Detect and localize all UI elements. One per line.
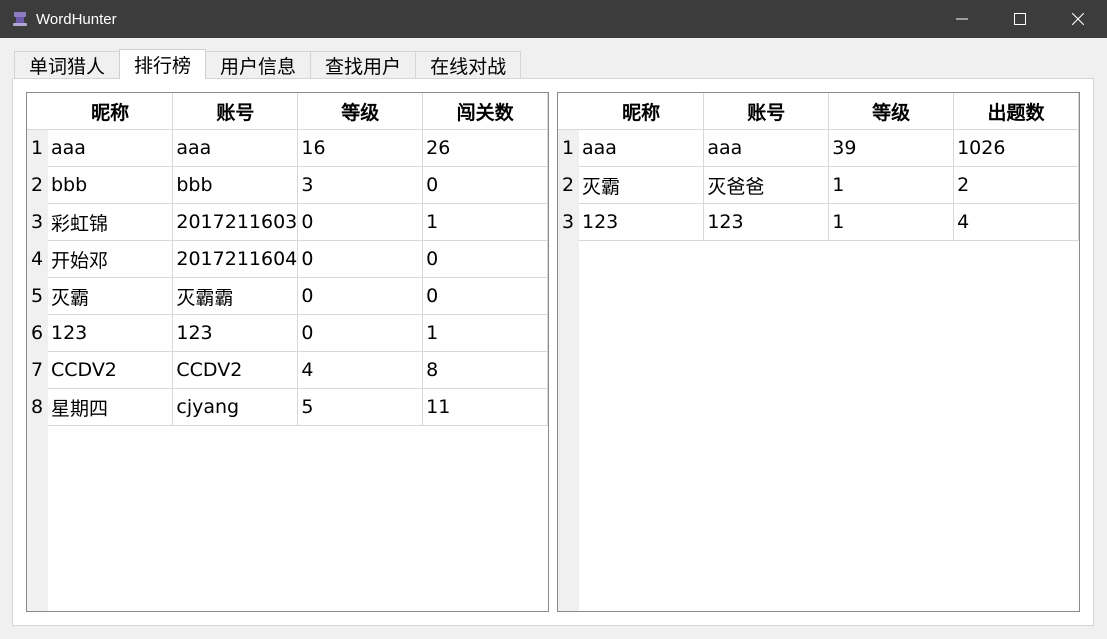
table-row[interactable]: 2 灭霸 灭爸爸 1 2 xyxy=(558,166,1079,204)
cell-level[interactable]: 1 xyxy=(828,166,955,204)
cell-questions[interactable]: 2 xyxy=(953,166,1079,204)
tab-bar: 单词猎人 排行榜 用户信息 查找用户 在线对战 xyxy=(14,49,522,79)
table-row[interactable]: 1 aaa aaa 16 26 xyxy=(27,129,548,167)
row-number[interactable]: 5 xyxy=(27,277,48,315)
cell-account[interactable]: 2017211603 xyxy=(172,203,299,241)
cell-stages[interactable]: 0 xyxy=(422,166,548,204)
corner-cell xyxy=(558,93,579,130)
tab-find-user[interactable]: 查找用户 xyxy=(310,51,417,78)
tab-word-hunter[interactable]: 单词猎人 xyxy=(14,51,121,78)
table-row[interactable]: 1 aaa aaa 39 1026 xyxy=(558,129,1079,167)
cell-level[interactable]: 0 xyxy=(297,277,424,315)
question-rank-table[interactable]: 昵称 账号 等级 出题数 1 aaa aaa 39 1026 2 灭霸 灭爸爸 xyxy=(557,92,1080,612)
title-bar: WordHunter xyxy=(0,0,1107,38)
minimize-icon xyxy=(956,18,968,20)
cell-level[interactable]: 1 xyxy=(828,203,955,241)
column-header-nickname[interactable]: 昵称 xyxy=(47,93,174,130)
cell-stages[interactable]: 8 xyxy=(422,351,548,389)
cell-nickname[interactable]: 123 xyxy=(47,314,174,352)
table-row[interactable]: 4 开始邓 2017211604 0 0 xyxy=(27,240,548,278)
maximize-button[interactable] xyxy=(991,0,1049,38)
leaderboard-panel: 昵称 账号 等级 闯关数 1 aaa aaa 16 26 2 bbb bbb 3… xyxy=(12,78,1094,626)
column-header-account[interactable]: 账号 xyxy=(703,93,830,130)
cell-stages[interactable]: 0 xyxy=(422,277,548,315)
cell-account[interactable]: 123 xyxy=(172,314,299,352)
cell-level[interactable]: 3 xyxy=(297,166,424,204)
column-header-questions[interactable]: 出题数 xyxy=(953,93,1079,130)
question-rank-grid: 昵称 账号 等级 出题数 1 aaa aaa 39 1026 2 灭霸 灭爸爸 xyxy=(558,93,1079,241)
maximize-icon xyxy=(1014,13,1026,25)
cell-nickname[interactable]: 灭霸 xyxy=(47,277,174,315)
cell-account[interactable]: 2017211604 xyxy=(172,240,299,278)
row-number[interactable]: 3 xyxy=(558,203,579,241)
tab-user-info[interactable]: 用户信息 xyxy=(205,51,312,78)
column-header-nickname[interactable]: 昵称 xyxy=(578,93,705,130)
row-number[interactable]: 1 xyxy=(558,129,579,167)
cell-nickname[interactable]: CCDV2 xyxy=(47,351,174,389)
column-header-account[interactable]: 账号 xyxy=(172,93,299,130)
table-row[interactable]: 3 彩虹锦 2017211603 0 1 xyxy=(27,203,548,241)
cell-level[interactable]: 0 xyxy=(297,240,424,278)
cell-level[interactable]: 0 xyxy=(297,314,424,352)
cell-account[interactable]: aaa xyxy=(172,129,299,167)
row-number[interactable]: 6 xyxy=(27,314,48,352)
cell-nickname[interactable]: 开始邓 xyxy=(47,240,174,278)
cell-nickname[interactable]: 星期四 xyxy=(47,388,174,426)
cell-stages[interactable]: 26 xyxy=(422,129,548,167)
tab-leaderboard[interactable]: 排行榜 xyxy=(119,49,207,79)
cell-nickname[interactable]: aaa xyxy=(47,129,174,167)
row-number[interactable]: 1 xyxy=(27,129,48,167)
cell-nickname[interactable]: 123 xyxy=(578,203,705,241)
cell-stages[interactable]: 11 xyxy=(422,388,548,426)
table-row[interactable]: 6 123 123 0 1 xyxy=(27,314,548,352)
table-row[interactable]: 3 123 123 1 4 xyxy=(558,203,1079,241)
cell-level[interactable]: 16 xyxy=(297,129,424,167)
minimize-button[interactable] xyxy=(933,0,991,38)
level-rank-grid: 昵称 账号 等级 闯关数 1 aaa aaa 16 26 2 bbb bbb 3… xyxy=(27,93,548,426)
cell-nickname[interactable]: aaa xyxy=(578,129,705,167)
cell-account[interactable]: 灭霸霸 xyxy=(172,277,299,315)
window-title: WordHunter xyxy=(36,10,117,28)
cell-nickname[interactable]: 灭霸 xyxy=(578,166,705,204)
cell-stages[interactable]: 1 xyxy=(422,314,548,352)
row-number[interactable]: 2 xyxy=(558,166,579,204)
cell-account[interactable]: cjyang xyxy=(172,388,299,426)
row-number[interactable]: 7 xyxy=(27,351,48,389)
close-button[interactable] xyxy=(1049,0,1107,38)
app-logo-icon xyxy=(12,11,28,27)
corner-cell xyxy=(27,93,48,130)
column-header-stages[interactable]: 闯关数 xyxy=(422,93,548,130)
column-header-level[interactable]: 等级 xyxy=(297,93,424,130)
close-icon xyxy=(1072,13,1084,25)
cell-stages[interactable]: 1 xyxy=(422,203,548,241)
cell-questions[interactable]: 1026 xyxy=(953,129,1079,167)
cell-nickname[interactable]: bbb xyxy=(47,166,174,204)
cell-level[interactable]: 39 xyxy=(828,129,955,167)
level-rank-table[interactable]: 昵称 账号 等级 闯关数 1 aaa aaa 16 26 2 bbb bbb 3… xyxy=(26,92,549,612)
cell-account[interactable]: aaa xyxy=(703,129,830,167)
tab-online-battle[interactable]: 在线对战 xyxy=(415,51,522,78)
cell-nickname[interactable]: 彩虹锦 xyxy=(47,203,174,241)
cell-questions[interactable]: 4 xyxy=(953,203,1079,241)
table-row[interactable]: 5 灭霸 灭霸霸 0 0 xyxy=(27,277,548,315)
row-number[interactable]: 3 xyxy=(27,203,48,241)
table-row[interactable]: 7 CCDV2 CCDV2 4 8 xyxy=(27,351,548,389)
cell-stages[interactable]: 0 xyxy=(422,240,548,278)
column-header-level[interactable]: 等级 xyxy=(828,93,955,130)
table-row[interactable]: 8 星期四 cjyang 5 11 xyxy=(27,388,548,426)
cell-level[interactable]: 0 xyxy=(297,203,424,241)
row-number[interactable]: 4 xyxy=(27,240,48,278)
cell-level[interactable]: 4 xyxy=(297,351,424,389)
cell-level[interactable]: 5 xyxy=(297,388,424,426)
cell-account[interactable]: 灭爸爸 xyxy=(703,166,830,204)
row-number[interactable]: 2 xyxy=(27,166,48,204)
cell-account[interactable]: bbb xyxy=(172,166,299,204)
table-row[interactable]: 2 bbb bbb 3 0 xyxy=(27,166,548,204)
cell-account[interactable]: CCDV2 xyxy=(172,351,299,389)
row-number[interactable]: 8 xyxy=(27,388,48,426)
cell-account[interactable]: 123 xyxy=(703,203,830,241)
